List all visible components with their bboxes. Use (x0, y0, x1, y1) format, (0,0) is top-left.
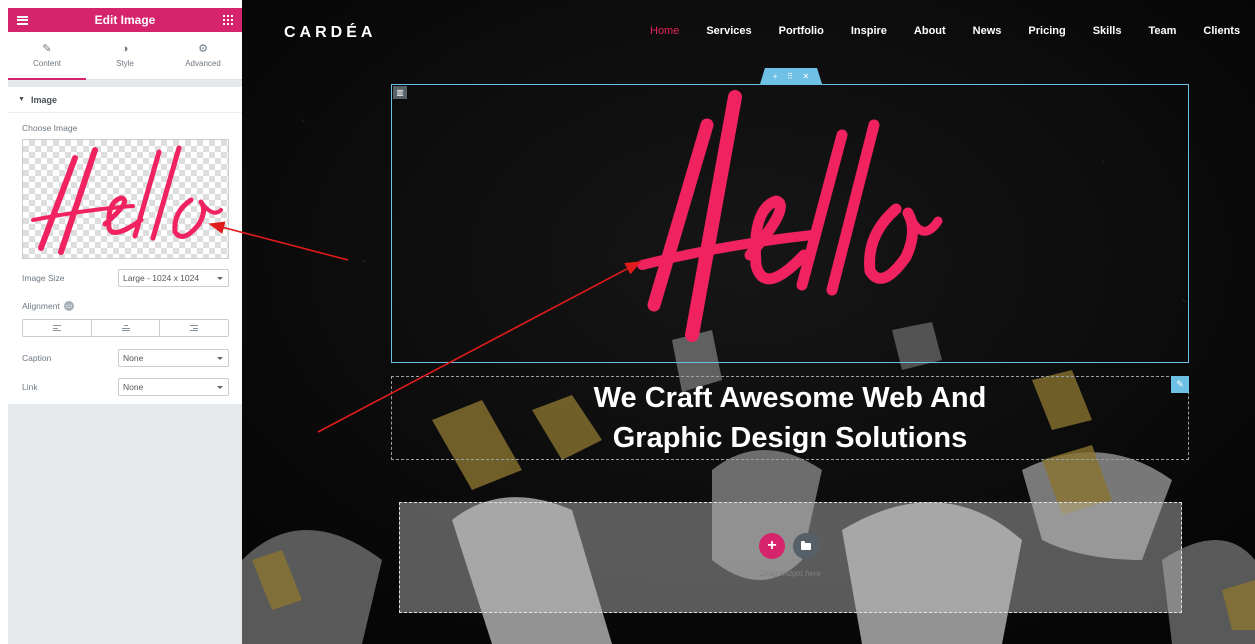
image-size-control: Image Size Large - 1024 x 1024 (22, 269, 229, 287)
editor-panel: Edit Image ✎ Content ◑ Style ⚙ Advanced … (8, 8, 242, 644)
image-size-label: Image Size (22, 273, 65, 283)
menu-button[interactable] (8, 8, 36, 32)
nav-item-pricing[interactable]: Pricing (1028, 25, 1065, 37)
tab-content[interactable]: ✎ Content (8, 32, 86, 80)
hello-thumbnail (31, 145, 223, 255)
caption-value: None (123, 353, 144, 363)
nav-item-services[interactable]: Services (706, 25, 751, 37)
align-left-icon (52, 325, 61, 331)
panel-title: Edit Image (94, 13, 156, 27)
link-control: Link None (22, 378, 229, 396)
tab-style[interactable]: ◑ Style (86, 32, 164, 79)
chevron-down-icon (217, 386, 223, 389)
gear-icon: ⚙ (198, 43, 208, 55)
nav-item-clients[interactable]: Clients (1203, 25, 1240, 37)
nav-item-news[interactable]: News (973, 25, 1002, 37)
section-handle[interactable]: + ⠿ ✕ (760, 68, 822, 84)
add-template-button[interactable] (793, 533, 819, 559)
hero-heading: We Craft Awesome Web And Graphic Design … (391, 378, 1189, 458)
nav-item-about[interactable]: About (914, 25, 946, 37)
tab-advanced-label: Advanced (185, 59, 221, 68)
nav-item-home[interactable]: Home (650, 25, 679, 37)
nav-item-team[interactable]: Team (1148, 25, 1176, 37)
choose-image-label: Choose Image (22, 123, 78, 133)
hero-heading-line1: We Craft Awesome Web And (593, 382, 987, 414)
align-center-icon (121, 325, 130, 331)
alignment-buttons (22, 319, 229, 337)
link-label: Link (22, 382, 38, 392)
column-icon: ▥ (396, 88, 404, 97)
caption-control: Caption None (22, 349, 229, 367)
link-select[interactable]: None (118, 378, 229, 396)
caption-label: Caption (22, 353, 52, 363)
alignment-label: Alignment (22, 301, 60, 311)
drop-zone-hint: Drag widget here (760, 569, 821, 578)
hamburger-icon (16, 15, 28, 25)
add-new-section-button[interactable]: + (759, 533, 785, 559)
half-circle-icon: ◑ (121, 43, 129, 55)
edit-widget-button[interactable]: ✎ (1171, 376, 1189, 393)
panel-body: ▼ Image Choose Image Image Size Large - … (8, 86, 242, 404)
section-toggle-image[interactable]: ▼ Image (8, 87, 242, 113)
caret-down-icon: ▼ (18, 96, 25, 103)
nav-item-portfolio[interactable]: Portfolio (779, 25, 824, 37)
chevron-down-icon (217, 277, 223, 280)
align-right-button[interactable] (160, 320, 228, 336)
tab-advanced[interactable]: ⚙ Advanced (164, 32, 242, 79)
panel-header: Edit Image (8, 8, 242, 32)
folder-icon (801, 540, 811, 550)
chevron-down-icon (217, 357, 223, 360)
pencil-icon: ✎ (1176, 379, 1184, 389)
drag-handle-icon[interactable]: ⠿ (787, 72, 793, 81)
pencil-icon: ✎ (42, 43, 52, 55)
empty-section-drop-zone[interactable] (399, 502, 1182, 613)
responsive-icon[interactable]: ▭ (63, 301, 74, 311)
caption-select[interactable]: None (118, 349, 229, 367)
widgets-button[interactable] (214, 8, 242, 32)
tab-style-label: Style (116, 59, 134, 68)
nav-item-skills[interactable]: Skills (1093, 25, 1122, 37)
image-size-value: Large - 1024 x 1024 (123, 273, 200, 283)
image-chooser[interactable] (22, 139, 229, 259)
site-preview: CARDÉA Home Services Portfolio Inspire A… (242, 0, 1255, 644)
grid-icon (223, 15, 233, 25)
alignment-control-label: Alignment ▭ (22, 301, 74, 311)
add-section-icon[interactable]: + (773, 72, 778, 81)
hello-image (637, 90, 943, 342)
close-icon[interactable]: ✕ (802, 72, 809, 81)
align-left-button[interactable] (23, 320, 92, 336)
tab-content-label: Content (32, 59, 62, 68)
section-title: Image (30, 94, 57, 105)
site-nav: Home Services Portfolio Inspire About Ne… (650, 25, 1255, 37)
image-size-select[interactable]: Large - 1024 x 1024 (118, 269, 229, 287)
column-handle[interactable]: ▥ (393, 86, 407, 99)
nav-item-inspire[interactable]: Inspire (851, 25, 887, 37)
align-center-button[interactable] (92, 320, 161, 336)
image-widget[interactable] (391, 84, 1189, 363)
site-logo[interactable]: CARDÉA (284, 24, 376, 42)
link-value: None (123, 382, 144, 392)
align-right-icon (190, 325, 199, 331)
hero-heading-line2: Graphic Design Solutions (612, 422, 968, 454)
panel-tabs: ✎ Content ◑ Style ⚙ Advanced (8, 32, 242, 80)
plus-icon: + (767, 537, 777, 554)
